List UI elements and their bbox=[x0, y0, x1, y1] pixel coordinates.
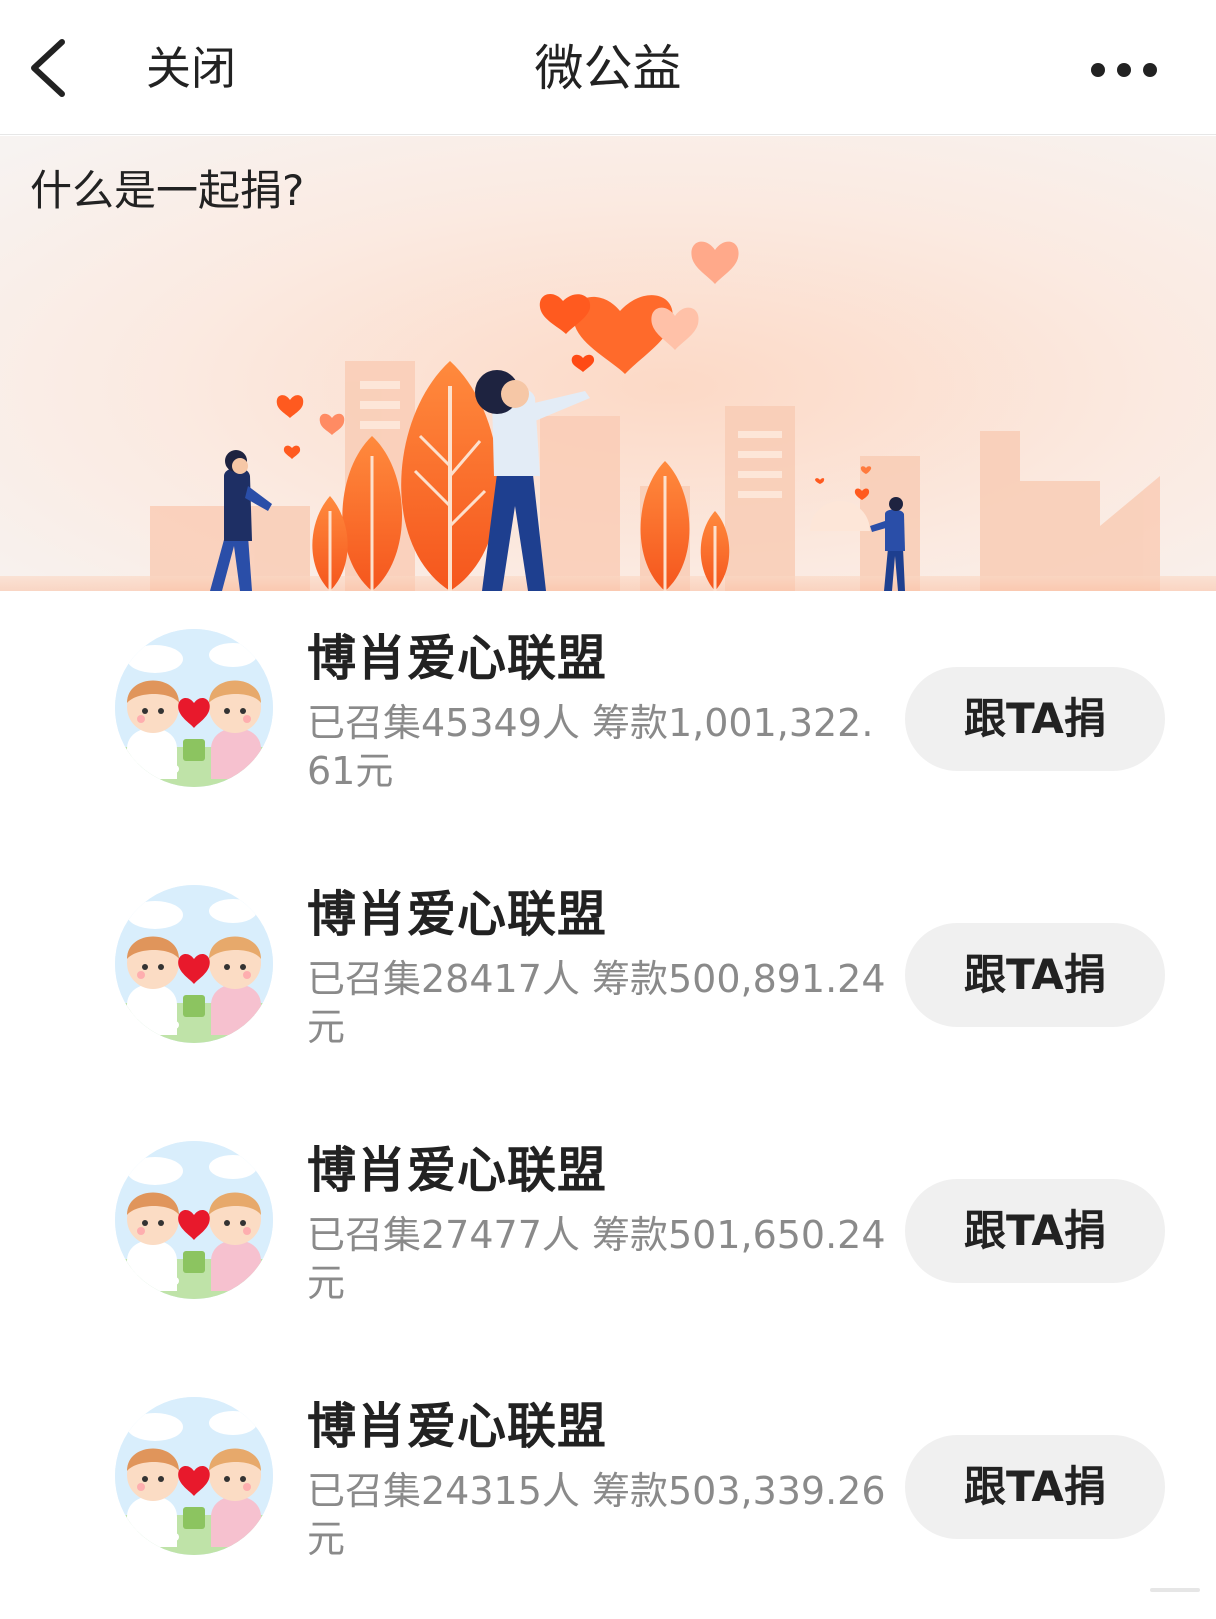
donation-group-row[interactable]: 博肖爱心联盟 已召集28417人 筹款500,891.24元 跟TA捐 bbox=[0, 847, 1216, 1103]
group-name: 博肖爱心联盟 bbox=[307, 630, 608, 687]
follow-donate-button[interactable]: 跟TA捐 bbox=[905, 1435, 1165, 1539]
follow-donate-button[interactable]: 跟TA捐 bbox=[905, 1179, 1165, 1283]
group-name: 博肖爱心联盟 bbox=[307, 886, 608, 943]
group-name: 博肖爱心联盟 bbox=[307, 1142, 608, 1199]
group-avatar bbox=[115, 1397, 273, 1555]
group-stats: 已召集45349人 筹款1,001,322.61元 bbox=[307, 701, 874, 793]
follow-donate-button[interactable]: 跟TA捐 bbox=[905, 923, 1165, 1027]
group-avatar bbox=[115, 885, 273, 1043]
group-avatar bbox=[115, 629, 273, 787]
home-indicator bbox=[1150, 1588, 1200, 1592]
banner-title: 什么是一起捐? bbox=[30, 166, 305, 215]
more-options-button[interactable] bbox=[1090, 48, 1170, 92]
follow-donate-button[interactable]: 跟TA捐 bbox=[905, 667, 1165, 771]
group-stats: 已召集27477人 筹款501,650.24元 bbox=[307, 1213, 886, 1305]
donation-group-row[interactable]: 博肖爱心联盟 已召集27477人 筹款501,650.24元 跟TA捐 bbox=[0, 1103, 1216, 1359]
top-navigation-bar: 关闭 微公益 bbox=[0, 0, 1216, 135]
more-dots-icon bbox=[1091, 63, 1157, 77]
donate-together-banner[interactable]: 什么是一起捐? bbox=[0, 136, 1216, 591]
group-stats: 已召集28417人 筹款500,891.24元 bbox=[307, 957, 886, 1049]
donation-group-row[interactable]: 博肖爱心联盟 已召集24315人 筹款503,339.26元 跟TA捐 bbox=[0, 1359, 1216, 1615]
group-avatar bbox=[115, 1141, 273, 1299]
group-name: 博肖爱心联盟 bbox=[307, 1398, 608, 1455]
donation-group-row[interactable]: 博肖爱心联盟 已召集45349人 筹款1,001,322.61元 跟TA捐 bbox=[0, 591, 1216, 847]
page-title: 微公益 bbox=[534, 40, 682, 97]
group-stats: 已召集24315人 筹款503,339.26元 bbox=[307, 1469, 886, 1561]
